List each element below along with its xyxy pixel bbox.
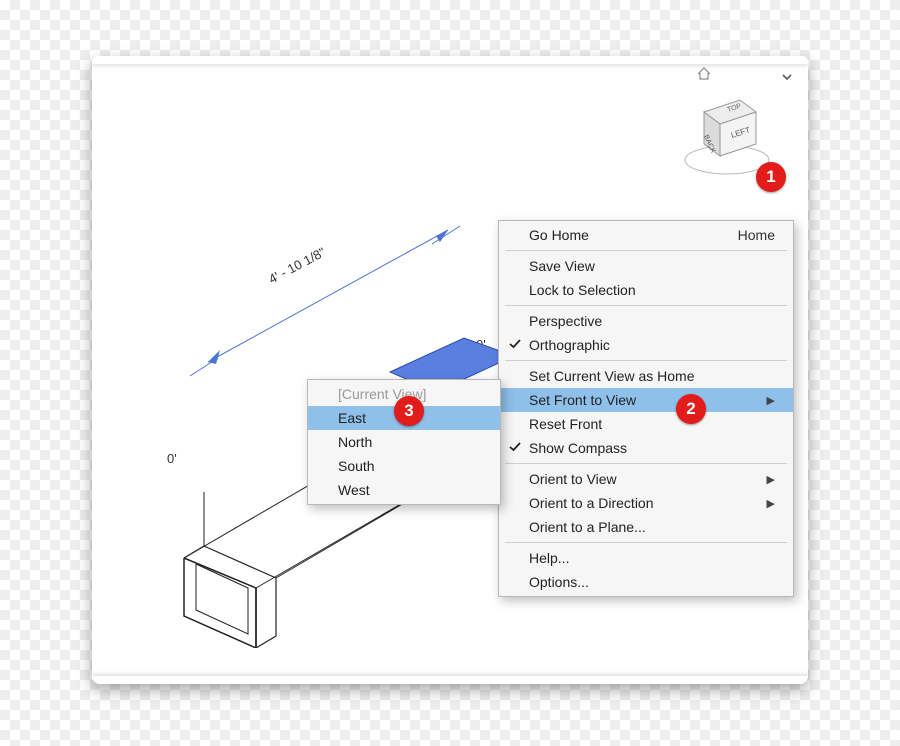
menu-label: Lock to Selection <box>529 282 636 298</box>
menu-separator <box>505 305 787 306</box>
menu-orient-direction[interactable]: Orient to a Direction ▶ <box>499 491 793 515</box>
menu-label: Show Compass <box>529 440 627 456</box>
menu-label: Options... <box>529 574 589 590</box>
menu-orthographic[interactable]: Orthographic <box>499 333 793 357</box>
menu-help[interactable]: Help... <box>499 546 793 570</box>
submenu-arrow-icon: ▶ <box>767 497 775 510</box>
menu-set-current-home[interactable]: Set Current View as Home <box>499 364 793 388</box>
canvas: 4' - 10 1/8" 0' 0' <box>92 56 808 684</box>
home-icon[interactable] <box>696 66 712 82</box>
menu-label: Go Home <box>529 227 589 243</box>
viewcube-context-menu: Go Home Home Save View Lock to Selection… <box>498 220 794 597</box>
check-icon <box>507 336 523 352</box>
menu-orient-plane[interactable]: Orient to a Plane... <box>499 515 793 539</box>
callout-1: 1 <box>756 162 786 192</box>
menu-label: Orient to View <box>529 471 617 487</box>
menu-reset-front[interactable]: Reset Front <box>499 412 793 436</box>
submenu-label: South <box>338 458 375 474</box>
submenu-label: East <box>338 410 366 426</box>
submenu-label: North <box>338 434 372 450</box>
menu-label: Orient to a Direction <box>529 495 654 511</box>
menu-go-home[interactable]: Go Home Home <box>499 223 793 247</box>
submenu-label: West <box>338 482 370 498</box>
submenu-south[interactable]: South <box>308 454 500 478</box>
menu-lock-selection[interactable]: Lock to Selection <box>499 278 793 302</box>
menu-label: Set Current View as Home <box>529 368 694 384</box>
menu-label: Help... <box>529 550 569 566</box>
menu-label: Perspective <box>529 313 602 329</box>
menu-show-compass[interactable]: Show Compass <box>499 436 793 460</box>
submenu-north[interactable]: North <box>308 430 500 454</box>
menu-separator <box>505 250 787 251</box>
callout-3: 3 <box>394 396 424 426</box>
check-icon <box>507 439 523 455</box>
submenu-arrow-icon: ▶ <box>767 394 775 407</box>
menu-label: Orthographic <box>529 337 610 353</box>
menu-orient-view[interactable]: Orient to View ▶ <box>499 467 793 491</box>
menu-set-front-to-view[interactable]: Set Front to View ▶ <box>499 388 793 412</box>
submenu-arrow-icon: ▶ <box>767 473 775 486</box>
callout-2: 2 <box>676 394 706 424</box>
viewport-window: 4' - 10 1/8" 0' 0' <box>92 56 808 684</box>
menu-separator <box>505 360 787 361</box>
menu-separator <box>505 463 787 464</box>
submenu-west[interactable]: West <box>308 478 500 502</box>
menu-save-view[interactable]: Save View <box>499 254 793 278</box>
menu-label: Save View <box>529 258 595 274</box>
menu-label: Set Front to View <box>529 392 636 408</box>
menu-options[interactable]: Options... <box>499 570 793 594</box>
menu-shortcut: Home <box>738 227 775 243</box>
viewcube-cube[interactable]: TOP BACK LEFT <box>682 90 772 176</box>
viewcube-menu-chevron-icon[interactable] <box>778 68 796 86</box>
menu-perspective[interactable]: Perspective <box>499 309 793 333</box>
menu-label: Orient to a Plane... <box>529 519 646 535</box>
menu-label: Reset Front <box>529 416 602 432</box>
menu-separator <box>505 542 787 543</box>
